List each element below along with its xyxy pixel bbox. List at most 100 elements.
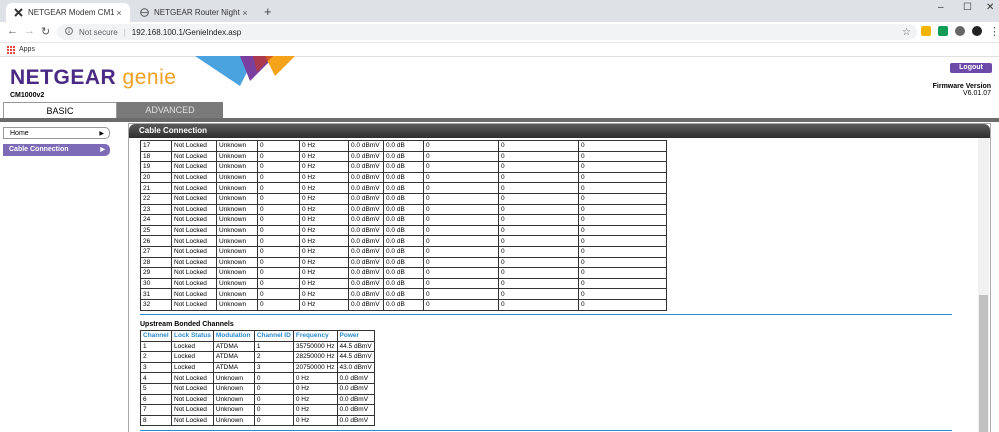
table-cell: 21 <box>140 182 172 194</box>
upstream-table: Channel Lock Status Modulation Channel ID Fr… <box>140 330 375 427</box>
table-row: 6 Not Locked Unknown 0 0 Hz 0.0 dBmV <box>140 393 375 406</box>
back-button[interactable]: ← <box>7 25 18 37</box>
table-cell: Unknown <box>216 235 258 247</box>
table-cell: Unknown <box>216 224 258 237</box>
table-cell: Not Locked <box>171 150 217 163</box>
table-cell: Unknown <box>216 256 258 269</box>
table-cell: 0 Hz <box>299 140 349 152</box>
table-cell: 0.0 dB <box>383 182 424 194</box>
table-cell: 0.0 dBmV <box>348 140 384 152</box>
table-cell: Unknown <box>216 245 258 258</box>
table-cell: Not Locked <box>171 214 217 226</box>
table-cell: 18 <box>140 150 172 163</box>
table-cell: Unknown <box>212 404 255 416</box>
table-cell: 32 <box>140 298 172 311</box>
table-cell: 0 <box>498 182 579 194</box>
extension-icon[interactable] <box>921 26 931 36</box>
table-cell: 0 <box>498 214 579 226</box>
table-cell: 0 Hz <box>299 277 349 290</box>
menu-icon[interactable]: ⋮ <box>989 25 999 38</box>
forward-button[interactable]: → <box>24 25 35 37</box>
close-tab-icon[interactable]: × <box>240 8 250 18</box>
sidebar-item-cable-connection[interactable]: Cable Connection ▶ <box>3 144 110 156</box>
table-cell: 0.0 dBmV <box>348 277 384 290</box>
scrollbar-thumb[interactable] <box>979 295 988 432</box>
info-icon[interactable] <box>65 27 73 37</box>
table-cell: 0 <box>578 214 667 226</box>
table-cell: Not Locked <box>171 224 217 237</box>
extension-icon[interactable] <box>938 26 948 36</box>
table-row: 32 Not Locked Unknown 0 0 Hz 0.0 dBmV 0.0 dB 0 0… <box>140 298 667 311</box>
downstream-table: 17 Not Locked Unknown 0 0 Hz 0.0 dBmV 0.0 dB 0 0… <box>140 140 667 311</box>
tab-basic[interactable]: BASIC <box>3 102 117 119</box>
apps-icon[interactable] <box>7 45 15 54</box>
puzzle-icon[interactable] <box>955 26 965 36</box>
table-row: 4 Not Locked Unknown 0 0 Hz 0.0 dBmV <box>140 372 375 384</box>
table-cell: Not Locked <box>171 372 214 384</box>
table-cell: 0.0 dB <box>383 224 424 237</box>
reload-button[interactable]: ↻ <box>41 25 50 38</box>
table-cell: Not Locked <box>171 277 217 290</box>
table-cell: 2 <box>253 351 294 363</box>
table-cell: Not Locked <box>171 171 217 184</box>
table-cell: 0 <box>578 150 667 163</box>
table-cell: 0 <box>257 192 300 205</box>
table-cell: 0 <box>578 192 667 205</box>
table-cell: 0 <box>578 288 667 300</box>
url-text[interactable]: 192.168.100.1/GenieIndex.asp <box>132 28 241 37</box>
table-cell: 25 <box>140 224 172 237</box>
table-cell: ATDMA <box>212 361 255 374</box>
table-cell: Unknown <box>216 140 258 152</box>
table-cell: 4 <box>140 372 172 384</box>
table-row: 24 Not Locked Unknown 0 0 Hz 0.0 dBmV 0.0 dB 0 0… <box>140 214 667 226</box>
table-cell: 0 <box>253 372 294 384</box>
table-cell: 0.0 dBmV <box>336 393 375 406</box>
scrollbar[interactable] <box>978 138 989 432</box>
table-cell: 0 <box>498 192 579 205</box>
new-tab-button[interactable]: + <box>264 4 272 19</box>
logo-brand: NETGEAR <box>10 66 117 89</box>
apps-bookmark[interactable]: Apps <box>19 46 35 53</box>
table-cell: 2 <box>140 351 172 363</box>
table-cell: 28250000 Hz <box>292 351 338 363</box>
browser-tab-router[interactable]: NETGEAR Router Nighthawk X6 R × <box>132 3 256 22</box>
table-cell: 0 <box>423 298 499 311</box>
section-divider <box>140 314 952 315</box>
table-cell: 0.0 dB <box>383 140 424 152</box>
table-cell: 0 Hz <box>299 150 349 163</box>
close-window-button[interactable]: ✕ <box>986 2 994 13</box>
minimize-button[interactable]: – <box>938 2 944 13</box>
close-tab-icon[interactable]: × <box>114 8 124 18</box>
table-cell: Unknown <box>216 214 258 226</box>
table-cell: 0.0 dB <box>383 277 424 290</box>
url-bar[interactable]: Not secure | 192.168.100.1/GenieIndex.as… <box>57 24 917 40</box>
browser-tab-modem[interactable]: NETGEAR Modem CM1000v2 × <box>6 3 130 22</box>
table-cell: 0.0 dBmV <box>348 235 384 247</box>
browser-tab-title: NETGEAR Router Nighthawk X6 R <box>154 8 240 17</box>
table-cell: 0 Hz <box>292 414 338 427</box>
table-row: 22 Not Locked Unknown 0 0 Hz 0.0 dBmV 0.0 dB 0 0… <box>140 192 667 205</box>
table-cell: 0 Hz <box>299 245 349 258</box>
sidebar-item-home[interactable]: Home ▶ <box>3 127 110 139</box>
table-cell: 0 <box>578 235 667 247</box>
bookmarks-bar: Apps <box>0 43 999 57</box>
table-cell: 27 <box>140 245 172 258</box>
maximize-button[interactable]: ☐ <box>963 2 972 13</box>
table-header-row: Channel Lock Status Modulation Channel ID Fr… <box>140 330 375 342</box>
table-cell: ATDMA <box>212 351 255 363</box>
star-icon[interactable]: ☆ <box>902 27 911 38</box>
tab-advanced[interactable]: ADVANCED <box>117 102 223 118</box>
upstream-section-title: Upstream Bonded Channels <box>140 321 234 328</box>
table-cell: Not Locked <box>171 203 217 216</box>
arrow-right-icon: ▶ <box>99 131 104 137</box>
avatar[interactable] <box>972 26 982 36</box>
table-cell: 0 Hz <box>299 288 349 300</box>
table-cell: Unknown <box>216 150 258 163</box>
table-cell: 0 <box>253 393 294 406</box>
logout-button[interactable]: Logout <box>950 63 992 73</box>
table-cell: 0 Hz <box>299 267 349 279</box>
table-cell: Unknown <box>216 288 258 300</box>
table-cell: 17 <box>140 140 172 152</box>
table-cell: 0 <box>578 161 667 173</box>
table-cell: 0 <box>423 235 499 247</box>
